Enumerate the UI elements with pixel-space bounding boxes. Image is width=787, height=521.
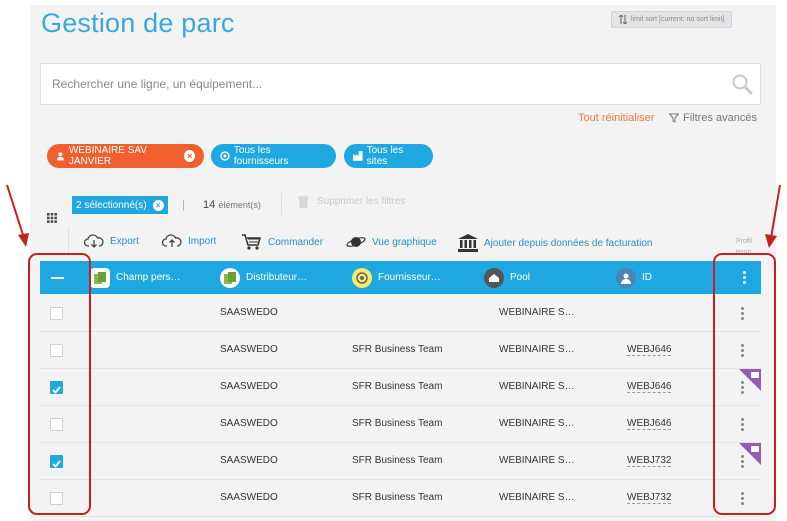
bank-icon bbox=[458, 234, 478, 252]
custom-field-icon bbox=[90, 267, 110, 288]
cell-fournisseur: SFR Business Team bbox=[352, 344, 443, 355]
cloud-upload-icon bbox=[162, 234, 182, 247]
count-value: 14 bbox=[203, 199, 216, 211]
selection-badge[interactable]: 2 sélectionné(s) × bbox=[72, 196, 168, 214]
sort-icon bbox=[619, 15, 627, 24]
cell-pool: WEBINAIRE S… bbox=[499, 492, 575, 503]
filter-chip-webinaire[interactable]: WEBINAIRE SAV JANVIER × bbox=[47, 144, 204, 168]
grid-icon[interactable] bbox=[47, 213, 57, 223]
trash-icon bbox=[298, 195, 309, 208]
chip-label: Tous les fournisseurs bbox=[233, 145, 289, 167]
pool-icon bbox=[56, 152, 64, 161]
arrow-left-icon bbox=[6, 184, 29, 247]
limit-sort-button[interactable]: limit sort [current: no sort limit] bbox=[611, 11, 733, 28]
cell-id[interactable]: WEBJ732 bbox=[627, 455, 672, 467]
graph-view-label: Vue graphique bbox=[372, 236, 437, 248]
table-row[interactable]: SAASWEDO SFR Business Team WEBINAIRE S… WEB… bbox=[40, 443, 761, 480]
cell-distributeur: SAASWEDO bbox=[220, 492, 278, 503]
column-fournisseur[interactable]: Fournisseur… bbox=[352, 261, 441, 294]
arrow-right-icon bbox=[765, 184, 781, 248]
clear-selection-icon[interactable]: × bbox=[152, 199, 164, 211]
cell-distributeur: SAASWEDO bbox=[220, 418, 278, 429]
cell-id[interactable]: WEBJ646 bbox=[627, 381, 672, 393]
distributor-icon bbox=[220, 267, 240, 288]
count-unit: élément(s) bbox=[218, 200, 261, 210]
order-button[interactable]: Commander bbox=[242, 234, 323, 250]
separator: | bbox=[182, 199, 185, 211]
cloud-download-icon bbox=[84, 234, 104, 248]
chip-label: WEBINAIRE SAV JANVIER bbox=[68, 145, 147, 167]
add-billing-label: Ajouter depuis données de facturation bbox=[484, 237, 653, 249]
highlight-box-checkboxes bbox=[28, 253, 91, 515]
cell-distributeur: SAASWEDO bbox=[220, 307, 278, 318]
cell-id[interactable]: WEBJ646 bbox=[627, 418, 672, 430]
search-input[interactable] bbox=[52, 77, 692, 91]
cell-pool: WEBINAIRE S… bbox=[499, 455, 575, 466]
column-label: Champ pers… bbox=[116, 272, 181, 283]
close-icon[interactable]: × bbox=[184, 150, 195, 162]
filter-chip-sites[interactable]: Tous les sites bbox=[344, 144, 433, 168]
table-header: Champ pers… Distributeur… Fournisseur… P… bbox=[40, 261, 761, 294]
divider bbox=[281, 193, 282, 215]
export-button[interactable]: Export bbox=[84, 234, 139, 248]
import-label: Import bbox=[188, 235, 217, 247]
table-row[interactable]: SAASWEDO SFR Business Team WEBINAIRE S… WEB… bbox=[40, 406, 761, 443]
table-row[interactable]: SAASWEDO SFR Business Team WEBINAIRE S… WEB… bbox=[40, 480, 761, 517]
column-distributeur[interactable]: Distributeur… bbox=[220, 261, 307, 294]
cart-icon bbox=[242, 234, 261, 250]
column-label: ID bbox=[642, 272, 652, 283]
element-count: 14 élément(s) bbox=[203, 199, 261, 211]
table-row[interactable]: SAASWEDO SFR Business Team WEBINAIRE S… WEB… bbox=[40, 369, 761, 406]
cell-distributeur: SAASWEDO bbox=[220, 455, 278, 466]
search-box bbox=[40, 63, 761, 105]
cell-id[interactable]: WEBJ732 bbox=[627, 492, 672, 504]
cell-fournisseur: SFR Business Team bbox=[352, 418, 443, 429]
column-champ-perso[interactable]: Champ pers… bbox=[90, 261, 180, 294]
highlight-box-actions bbox=[713, 253, 776, 515]
provider-icon bbox=[220, 151, 230, 161]
cell-fournisseur: SFR Business Team bbox=[352, 381, 443, 392]
filter-icon bbox=[669, 113, 679, 123]
chip-label: Tous les sites bbox=[366, 145, 404, 167]
page-title: Gestion de parc bbox=[41, 8, 235, 38]
column-pool[interactable]: Pool bbox=[484, 261, 530, 294]
add-billing-button[interactable]: Ajouter depuis données de facturation bbox=[458, 234, 652, 252]
column-label: Pool bbox=[510, 272, 531, 283]
table-row[interactable]: SAASWEDO WEBINAIRE S… bbox=[40, 295, 761, 332]
cell-pool: WEBINAIRE S… bbox=[499, 344, 575, 355]
advanced-filters-label: Filtres avancés bbox=[683, 112, 757, 124]
selection-label: 2 sélectionné(s) bbox=[76, 199, 147, 211]
cell-pool: WEBINAIRE S… bbox=[499, 307, 575, 318]
export-label: Export bbox=[110, 235, 139, 247]
cell-distributeur: SAASWEDO bbox=[220, 344, 278, 355]
cell-distributeur: SAASWEDO bbox=[220, 381, 278, 392]
user-icon bbox=[616, 267, 636, 288]
reset-all-link[interactable]: Tout réinitialiser bbox=[578, 112, 654, 124]
planet-icon bbox=[346, 237, 366, 247]
cell-pool: WEBINAIRE S… bbox=[499, 381, 575, 392]
pool-icon bbox=[484, 267, 504, 288]
delete-filters-button[interactable]: Supprimer les filtres bbox=[298, 195, 405, 208]
cell-fournisseur: SFR Business Team bbox=[352, 492, 443, 503]
cell-pool: WEBINAIRE S… bbox=[499, 418, 575, 429]
cell-fournisseur: SFR Business Team bbox=[352, 455, 443, 466]
filter-chip-fournisseurs[interactable]: Tous les fournisseurs bbox=[211, 144, 336, 168]
column-label: Fournisseur… bbox=[378, 272, 441, 283]
building-icon bbox=[353, 151, 363, 161]
graph-view-button[interactable]: Vue graphique bbox=[346, 234, 437, 250]
advanced-filters-button[interactable]: Filtres avancés bbox=[669, 112, 757, 124]
column-label: Distributeur… bbox=[246, 272, 308, 283]
supplier-icon bbox=[352, 267, 372, 288]
table-row[interactable]: SAASWEDO SFR Business Team WEBINAIRE S… WEB… bbox=[40, 332, 761, 369]
column-id[interactable]: ID bbox=[616, 261, 652, 294]
search-icon[interactable] bbox=[731, 73, 753, 95]
toolbar-divider bbox=[68, 228, 69, 256]
delete-filters-label: Supprimer les filtres bbox=[317, 196, 406, 207]
cell-id[interactable]: WEBJ646 bbox=[627, 344, 672, 356]
limit-sort-label: limit sort [current: no sort limit] bbox=[631, 16, 725, 23]
order-label: Commander bbox=[268, 236, 324, 248]
import-button[interactable]: Import bbox=[162, 234, 216, 248]
